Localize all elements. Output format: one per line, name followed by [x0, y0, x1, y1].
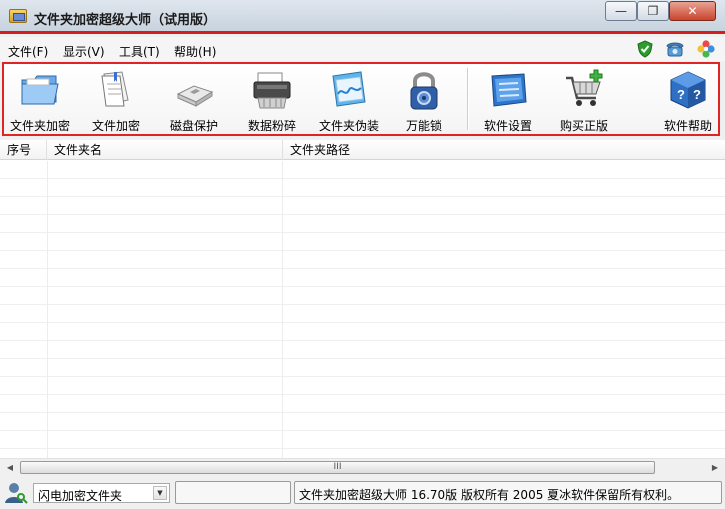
- toolbar-button-label: 万能锁: [405, 119, 442, 133]
- folder-list[interactable]: 序号 文件夹名 文件夹路径: [0, 140, 725, 458]
- menu-bar: 文件(F) 显示(V) 工具(T) 帮助(H): [0, 37, 725, 61]
- minimize-button[interactable]: —: [605, 1, 637, 21]
- menu-file[interactable]: 文件(F): [8, 43, 48, 60]
- toolbar-button-label: 文件夹伪装: [318, 119, 379, 133]
- shield-check-icon[interactable]: [636, 40, 654, 58]
- status-bar: 闪电加密文件夹 ▼ 文件夹加密超级大师 16.70版 版权所有 2005 夏冰软…: [0, 476, 725, 509]
- toolbar-button-label: 磁盘保护: [169, 119, 218, 133]
- encrypt-folder-button[interactable]: 文件夹加密: [6, 68, 74, 133]
- toolbar-button-label: 软件设置: [483, 119, 532, 133]
- app-icon: [9, 9, 27, 23]
- close-button[interactable]: ✕: [669, 1, 716, 21]
- padlock-icon: [410, 72, 438, 110]
- disguise-folder-icon: [332, 71, 366, 107]
- scrollbar-thumb[interactable]: III: [20, 461, 655, 474]
- toolbar-button-label: 文件加密: [91, 119, 140, 133]
- column-header-folder-path[interactable]: 文件夹路径: [283, 140, 725, 160]
- toolbar: 文件夹加密 文件加密 磁盘保护 数据粉碎 文件夹伪装 万能锁 软件设置 购买正版…: [2, 62, 720, 136]
- window-title: 文件夹加密超级大师（试用版）: [34, 13, 217, 28]
- copyright-text: 文件夹加密超级大师 16.70版 版权所有 2005 夏冰软件保留所有权利。: [299, 488, 680, 502]
- scroll-right-icon[interactable]: ▶: [707, 461, 723, 474]
- toolbar-button-label: 文件夹加密: [9, 119, 70, 133]
- folder-icon: [21, 75, 59, 105]
- buy-license-button[interactable]: 购买正版: [552, 68, 616, 133]
- disk-protect-button[interactable]: 磁盘保护: [162, 68, 226, 133]
- column-header-index[interactable]: 序号: [0, 140, 47, 160]
- disguise-folder-button[interactable]: 文件夹伪装: [314, 68, 384, 133]
- menu-tools[interactable]: 工具(T): [119, 43, 160, 60]
- column-header-folder-name[interactable]: 文件夹名: [47, 140, 283, 160]
- universal-lock-button[interactable]: 万能锁: [394, 68, 454, 133]
- settings-panel-icon: [491, 73, 527, 107]
- data-shred-button[interactable]: 数据粉碎: [240, 68, 304, 133]
- status-panel-empty: [175, 481, 291, 504]
- toolbar-button-label: 购买正版: [559, 119, 608, 133]
- toolbar-button-label: 软件帮助: [663, 119, 712, 133]
- help-cube-icon: ? ?: [670, 71, 706, 109]
- settings-button[interactable]: 软件设置: [476, 68, 540, 133]
- telephone-icon[interactable]: [666, 40, 684, 58]
- title-bar: 文件夹加密超级大师（试用版） — ❐ ✕: [0, 0, 725, 34]
- status-panel-copyright: 文件夹加密超级大师 16.70版 版权所有 2005 夏冰软件保留所有权利。: [294, 481, 722, 504]
- svg-text:?: ?: [693, 87, 701, 102]
- shredder-icon: [253, 72, 291, 109]
- list-body[interactable]: [0, 161, 725, 458]
- user-key-icon: [5, 483, 28, 504]
- toolbar-separator: [467, 68, 468, 130]
- menu-help[interactable]: 帮助(H): [174, 43, 216, 60]
- encrypt-mode-select[interactable]: 闪电加密文件夹 ▼: [33, 483, 170, 503]
- chevron-down-icon[interactable]: ▼: [153, 486, 167, 500]
- menu-view[interactable]: 显示(V): [63, 43, 105, 60]
- encrypt-file-button[interactable]: 文件加密: [84, 68, 148, 133]
- horizontal-scrollbar[interactable]: ◀ III ▶: [0, 458, 725, 475]
- encrypt-mode-value: 闪电加密文件夹: [38, 489, 123, 503]
- document-icon: [101, 71, 129, 107]
- list-header: 序号 文件夹名 文件夹路径: [0, 140, 725, 160]
- toolbar-button-label: 数据粉碎: [247, 119, 296, 133]
- restore-button[interactable]: ❐: [637, 1, 669, 21]
- usb-drive-icon: [176, 85, 214, 107]
- scroll-left-icon[interactable]: ◀: [2, 461, 18, 474]
- help-button[interactable]: ? ? 软件帮助: [656, 68, 720, 133]
- svg-text:?: ?: [677, 87, 685, 102]
- shopping-cart-icon: [566, 69, 603, 106]
- flower-icon[interactable]: [697, 40, 715, 58]
